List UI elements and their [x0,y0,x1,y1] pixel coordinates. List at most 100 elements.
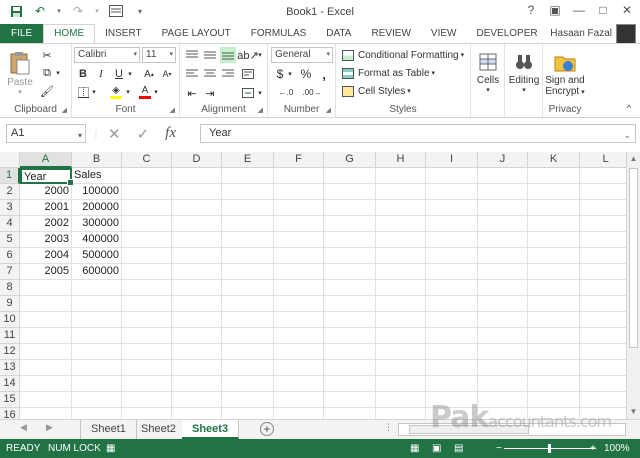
fill-color-dropdown-icon[interactable]: ▾ [124,85,132,99]
tab-view[interactable]: VIEW [421,24,467,44]
comma-button[interactable]: , [318,67,330,82]
cell-e1[interactable] [222,168,274,184]
tab-file[interactable]: FILE [0,24,44,44]
cell-g10[interactable] [324,312,376,328]
cell-h15[interactable] [376,392,426,408]
cell-f12[interactable] [274,344,324,360]
cell-f3[interactable] [274,200,324,216]
number-launcher-icon[interactable]: ◢ [326,106,331,114]
orientation-icon[interactable]: ab↗ [237,47,258,63]
cell-l6[interactable] [580,248,626,264]
cell-l5[interactable] [580,232,626,248]
cell-k9[interactable] [528,296,580,312]
cut-icon[interactable]: ✂ [40,48,54,62]
cell-f14[interactable] [274,376,324,392]
cell-l4[interactable] [580,216,626,232]
cell-h9[interactable] [376,296,426,312]
cell-b15[interactable] [72,392,122,408]
orientation-dropdown-icon[interactable]: ▾ [256,47,264,63]
currency-dropdown-icon[interactable]: ▾ [286,67,294,81]
cell-c8[interactable] [122,280,172,296]
cell-b9[interactable] [72,296,122,312]
cell-e12[interactable] [222,344,274,360]
cell-i3[interactable] [426,200,478,216]
cell-c14[interactable] [122,376,172,392]
cell-a9[interactable] [20,296,72,312]
cancel-icon[interactable]: ✕ [108,125,121,143]
column-header-b[interactable]: B [72,152,122,168]
cell-g9[interactable] [324,296,376,312]
cell-j5[interactable] [478,232,528,248]
cell-d11[interactable] [172,328,222,344]
cell-a10[interactable] [20,312,72,328]
minimize-icon[interactable]: — [572,2,586,18]
cell-k4[interactable] [528,216,580,232]
cell-styles-button[interactable]: Cell Styles ▾ [342,83,468,99]
enter-icon[interactable]: ✓ [137,125,150,143]
cell-l13[interactable] [580,360,626,376]
cell-h3[interactable] [376,200,426,216]
cell-c9[interactable] [122,296,172,312]
cell-g11[interactable] [324,328,376,344]
cell-k5[interactable] [528,232,580,248]
cell-g4[interactable] [324,216,376,232]
cell-a11[interactable] [20,328,72,344]
cell-k6[interactable] [528,248,580,264]
column-header-k[interactable]: K [528,152,580,168]
cell-d9[interactable] [172,296,222,312]
column-header-l[interactable]: L [580,152,626,168]
wrap-text-icon[interactable] [240,66,256,82]
cell-l11[interactable] [580,328,626,344]
row-header-4[interactable]: 4 [0,216,20,232]
cell-c6[interactable] [122,248,172,264]
alignment-launcher-icon[interactable]: ◢ [258,106,263,114]
prev-sheet-icon[interactable]: ◀ [20,422,27,433]
cell-i11[interactable] [426,328,478,344]
font-color-icon[interactable]: A [138,85,152,99]
cell-i10[interactable] [426,312,478,328]
format-as-table-button[interactable]: Format as Table ▾ [342,65,468,81]
zoom-slider[interactable] [504,444,596,453]
page-layout-view-icon[interactable]: ▣ [432,443,441,454]
cell-d12[interactable] [172,344,222,360]
avatar[interactable] [616,24,636,44]
cell-g15[interactable] [324,392,376,408]
zoom-knob[interactable] [548,444,551,453]
cell-i6[interactable] [426,248,478,264]
tab-review[interactable]: REVIEW [361,24,420,44]
cell-j8[interactable] [478,280,528,296]
row-header-2[interactable]: 2 [0,184,20,200]
cell-l1[interactable] [580,168,626,184]
next-sheet-icon[interactable]: ▶ [46,422,53,433]
cell-d3[interactable] [172,200,222,216]
sign-encrypt-button[interactable]: Sign and Encrypt ▾ [543,47,587,101]
cell-d1[interactable] [172,168,222,184]
cell-l14[interactable] [580,376,626,392]
cell-b5[interactable]: 400000 [72,232,122,248]
row-header-11[interactable]: 11 [0,328,20,344]
cell-j10[interactable] [478,312,528,328]
cell-f16[interactable] [274,408,324,419]
cell-d7[interactable] [172,264,222,280]
cell-k7[interactable] [528,264,580,280]
font-launcher-icon[interactable]: ◢ [170,106,175,114]
cell-i4[interactable] [426,216,478,232]
underline-button[interactable]: U [112,67,126,81]
cell-c5[interactable] [122,232,172,248]
help-icon[interactable]: ? [524,2,538,18]
cell-b13[interactable] [72,360,122,376]
close-icon[interactable]: ✕ [620,2,634,18]
scroll-thumb[interactable] [629,168,638,348]
row-header-7[interactable]: 7 [0,264,20,280]
cell-h13[interactable] [376,360,426,376]
cell-h4[interactable] [376,216,426,232]
formula-input[interactable]: Year ⌄ [200,124,636,143]
cell-a15[interactable] [20,392,72,408]
row-header-16[interactable]: 16 [0,408,20,419]
cell-h11[interactable] [376,328,426,344]
tab-developer[interactable]: DEVELOPER [466,24,547,44]
cell-a13[interactable] [20,360,72,376]
cell-l12[interactable] [580,344,626,360]
cell-h6[interactable] [376,248,426,264]
formula-bar-grip-icon[interactable]: ⋮ [92,128,100,140]
